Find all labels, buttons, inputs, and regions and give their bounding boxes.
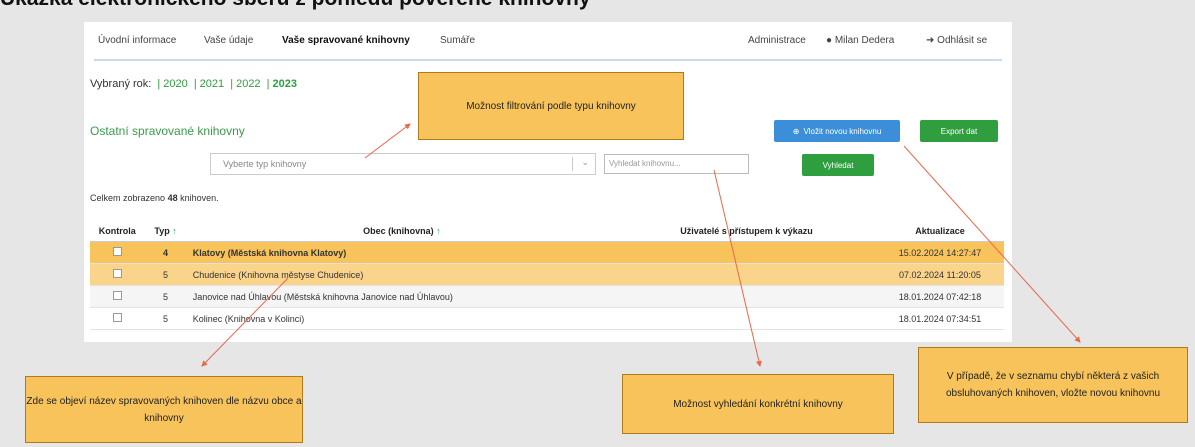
libraries-table: Kontrola Typ ↑ Obec (knihovna) ↑ Uživate…	[90, 221, 1004, 330]
section-title: Ostatní spravované knihovny	[90, 124, 245, 138]
user-menu[interactable]: ● Milan Dedera	[826, 35, 894, 46]
app-card: Úvodní informace Vaše údaje Vaše spravov…	[84, 22, 1012, 342]
user-name: Milan Dedera	[834, 35, 895, 46]
nav-item-intro[interactable]: Úvodní informace	[98, 35, 176, 46]
callout-search: Možnost vyhledání konkrétní knihovny	[622, 374, 894, 434]
library-name[interactable]: Kolinec (Knihovna v Kolinci)	[186, 307, 617, 330]
library-name[interactable]: Chudenice (Knihovna městyse Chudenice)	[186, 263, 617, 286]
logout-link[interactable]: ➜ Odhlásit se	[926, 35, 987, 46]
nav-item-your-data[interactable]: Vaše údaje	[204, 35, 253, 46]
nav-item-managed-libraries[interactable]: Vaše spravované knihovny	[282, 35, 410, 46]
logout-label: Odhlásit se	[937, 35, 988, 46]
callout-filter: Možnost filtrování podle typu knihovny	[418, 72, 684, 140]
top-nav: Úvodní informace Vaše údaje Vaše spravov…	[84, 22, 1012, 62]
logout-icon: ➜	[926, 35, 935, 46]
year-2023[interactable]: 2023	[272, 78, 296, 90]
year-2020[interactable]: 2020	[163, 78, 187, 90]
col-updated: Aktualizace	[875, 221, 1004, 242]
arrow-up-icon: ↑	[172, 226, 177, 236]
callout-library-name: Zde se objeví název spravovaných knihove…	[25, 376, 303, 443]
search-button[interactable]: Vyhledat	[802, 154, 874, 176]
total-number: 48	[167, 193, 178, 203]
year-selector: Vybraný rok: | 2020 | 2021 | 2022 | 2023	[90, 78, 297, 90]
library-type-placeholder: Vyberte typ knihovny	[223, 159, 307, 169]
plus-circle-icon: ⊕	[792, 126, 800, 136]
year-2022[interactable]: 2022	[236, 78, 260, 90]
row-checkbox[interactable]	[112, 313, 122, 322]
arrow-up-icon: ↑	[436, 226, 441, 236]
table-row[interactable]: 5 Chudenice (Knihovna městyse Chudenice)…	[90, 263, 1004, 286]
row-checkbox[interactable]	[112, 291, 122, 300]
table-row[interactable]: 4 Klatovy (Městská knihovna Klatovy) 15.…	[90, 241, 1004, 264]
page-heading: Ukázka elektronického sběru z pohledu po…	[0, 0, 1195, 10]
user-icon: ●	[826, 35, 833, 46]
table-row[interactable]: 5 Kolinec (Knihovna v Kolinci) 18.01.202…	[90, 307, 1004, 330]
col-type[interactable]: Typ ↑	[144, 221, 187, 242]
search-input[interactable]: Vyhledat knihovnu...	[604, 154, 749, 174]
export-button[interactable]: Export dat	[920, 120, 998, 142]
library-name[interactable]: Janovice nad Úhlavou (Městská knihovna J…	[186, 285, 617, 308]
table-row[interactable]: 5 Janovice nad Úhlavou (Městská knihovna…	[90, 285, 1004, 308]
year-2021[interactable]: 2021	[200, 78, 224, 90]
col-check: Kontrola	[90, 221, 145, 242]
callout-add-library: V případě, že v seznamu chybí některá z …	[918, 347, 1188, 423]
add-library-label: Vložit novou knihovnu	[803, 126, 882, 136]
chevron-down-icon: ⌄	[581, 157, 589, 167]
nav-item-admin[interactable]: Administrace	[748, 35, 806, 46]
library-name[interactable]: Klatovy (Městská knihovna Klatovy)	[186, 241, 617, 264]
row-checkbox[interactable]	[112, 269, 122, 278]
nav-underline	[94, 59, 1002, 61]
nav-item-summaries[interactable]: Sumáře	[440, 35, 475, 46]
add-library-button[interactable]: ⊕ Vložit novou knihovnu	[774, 120, 900, 142]
total-count: Celkem zobrazeno 48 knihoven.	[90, 193, 219, 203]
year-label: Vybraný rok:	[90, 78, 152, 90]
col-municipality[interactable]: Obec (knihovna) ↑	[186, 221, 617, 242]
library-type-select[interactable]: Vyberte typ knihovny ⌄	[210, 153, 596, 175]
row-checkbox[interactable]	[112, 247, 122, 256]
search-placeholder: Vyhledat knihovnu...	[609, 159, 681, 168]
col-users: Uživatelé s přístupem k výkazu	[617, 221, 876, 242]
